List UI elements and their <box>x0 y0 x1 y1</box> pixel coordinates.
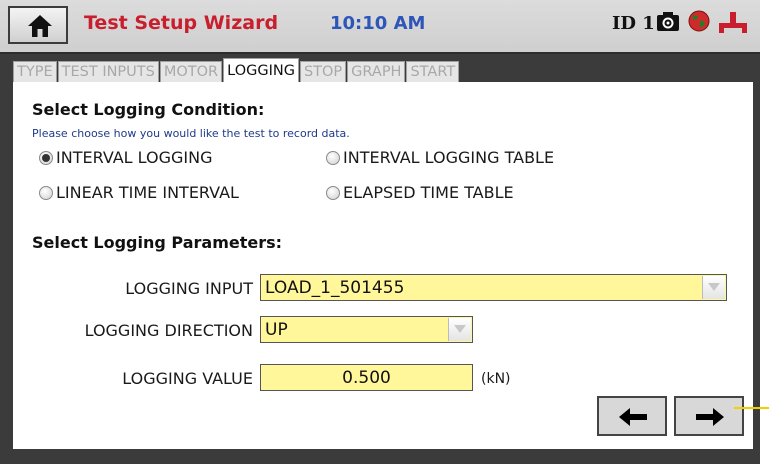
logging-condition-title: Select Logging Condition: <box>32 100 265 119</box>
radio-label: ELAPSED TIME TABLE <box>343 183 514 202</box>
device-id: ID 1 <box>612 13 655 34</box>
chevron-down-icon[interactable] <box>448 318 471 341</box>
tab-logging[interactable]: LOGGING <box>223 58 299 82</box>
logging-input-select[interactable]: LOAD_1_501455 <box>260 274 727 301</box>
logging-value: 0.500 <box>342 367 391 388</box>
radio-label: LINEAR TIME INTERVAL <box>56 183 239 202</box>
tab-stop[interactable]: STOP <box>299 61 347 82</box>
globe-icon[interactable] <box>688 10 710 32</box>
logging-direction-value: UP <box>265 319 288 340</box>
radio-dot-checked <box>39 150 53 165</box>
logging-condition-hint: Please choose how you would like the tes… <box>32 127 350 140</box>
radio-interval-logging[interactable]: INTERVAL LOGGING <box>39 148 213 167</box>
next-button[interactable] <box>674 396 744 436</box>
logging-parameters-title: Select Logging Parameters: <box>32 233 283 252</box>
wizard-tabs: TYPE TEST INPUTS MOTOR LOGGING STOP GRAP… <box>13 58 460 82</box>
radio-dot <box>39 185 53 200</box>
home-icon <box>28 15 52 37</box>
logging-value-label: LOGGING VALUE <box>122 369 253 388</box>
radio-dot <box>326 150 340 165</box>
wizard-title: Test Setup Wizard <box>84 12 279 34</box>
arrow-right-icon <box>696 408 724 426</box>
tab-start[interactable]: START <box>406 61 460 82</box>
logging-value-unit: (kN) <box>481 371 511 387</box>
connection-icon[interactable] <box>716 10 750 34</box>
logging-input-label: LOGGING INPUT <box>125 279 253 298</box>
tab-test-inputs[interactable]: TEST INPUTS <box>57 61 159 82</box>
radio-label: INTERVAL LOGGING <box>56 148 213 167</box>
arrow-left-icon <box>619 408 647 426</box>
camera-icon[interactable] <box>656 10 680 32</box>
radio-linear-time-interval[interactable]: LINEAR TIME INTERVAL <box>39 183 239 202</box>
back-button[interactable] <box>597 396 667 436</box>
radio-dot <box>326 185 340 200</box>
logging-direction-label: LOGGING DIRECTION <box>84 321 253 340</box>
logging-direction-select[interactable]: UP <box>260 316 473 343</box>
radio-elapsed-time-table[interactable]: ELAPSED TIME TABLE <box>326 183 514 202</box>
logging-input-value: LOAD_1_501455 <box>265 277 405 298</box>
callout-line <box>734 407 769 409</box>
tab-motor[interactable]: MOTOR <box>159 61 223 82</box>
tab-graph[interactable]: GRAPH <box>347 61 406 82</box>
logging-panel: Select Logging Condition: Please choose … <box>13 82 753 449</box>
clock-time: 10:10 AM <box>330 13 426 34</box>
header-bar: Test Setup Wizard 10:10 AM ID 1 <box>0 0 760 54</box>
app-frame: Test Setup Wizard 10:10 AM ID 1 TYPE TES… <box>0 0 760 464</box>
logging-value-input[interactable]: 0.500 <box>260 364 473 391</box>
chevron-down-icon[interactable] <box>702 276 725 299</box>
tab-type[interactable]: TYPE <box>13 61 57 82</box>
radio-interval-logging-table[interactable]: INTERVAL LOGGING TABLE <box>326 148 554 167</box>
radio-label: INTERVAL LOGGING TABLE <box>343 148 555 167</box>
home-button[interactable] <box>8 6 68 44</box>
